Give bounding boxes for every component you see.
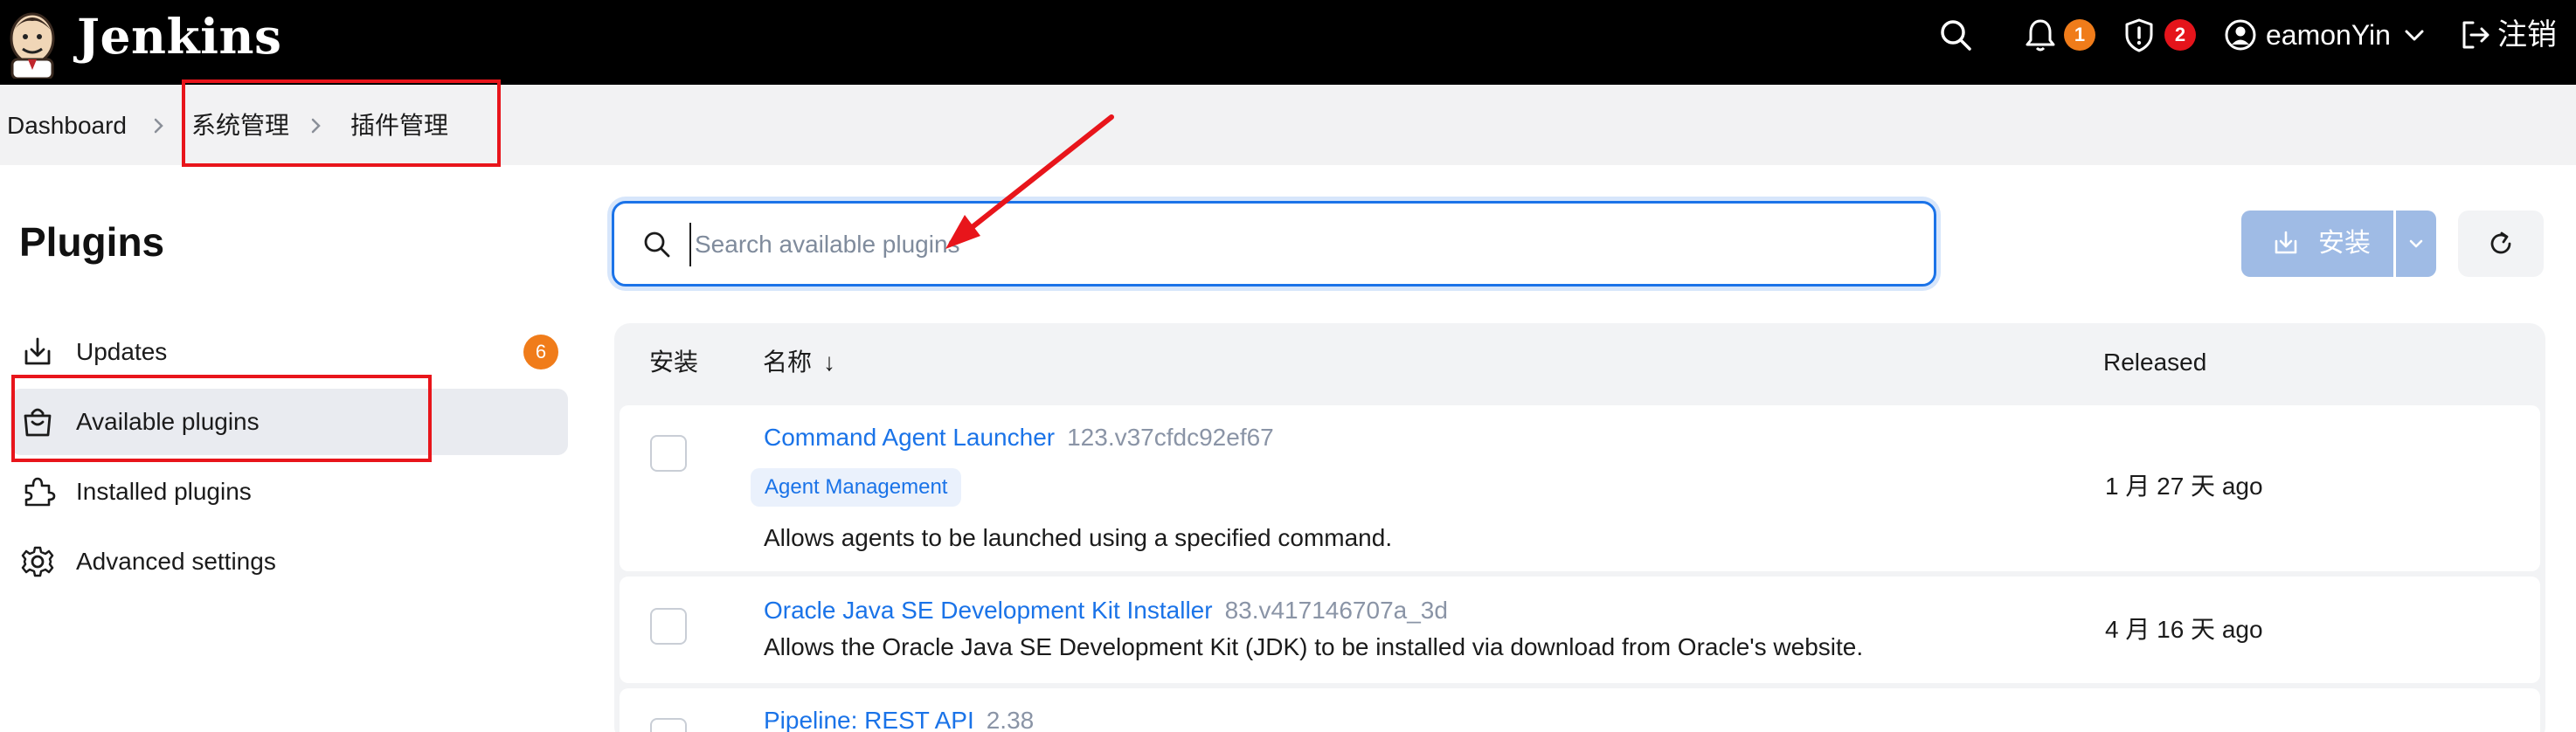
bell-icon[interactable] xyxy=(2021,16,2060,54)
plugin-released-date: 4 月 16 天 ago xyxy=(2105,616,2263,643)
refresh-button[interactable] xyxy=(2458,211,2544,277)
table-row: Oracle Java SE Development Kit Installer… xyxy=(620,577,2540,683)
install-options-dropdown[interactable] xyxy=(2396,211,2436,277)
column-header-released[interactable]: Released xyxy=(2103,346,2206,379)
plugin-released-date: 1 月 27 天 ago xyxy=(2105,473,2263,500)
annotation-box-breadcrumb xyxy=(182,79,501,167)
plugin-version: 83.v417146707a_3d xyxy=(1224,597,1448,624)
breadcrumb-dashboard[interactable]: Dashboard xyxy=(7,109,127,142)
user-avatar-icon[interactable] xyxy=(2221,16,2260,54)
search-input[interactable] xyxy=(689,223,1895,266)
logout-link[interactable]: 注销 xyxy=(2497,16,2557,54)
plugin-name-link[interactable]: Pipeline: REST API 2.38 xyxy=(764,704,1034,732)
plugin-description: Allows the Oracle Java SE Development Ki… xyxy=(764,633,1864,660)
sidebar-item-label: Advanced settings xyxy=(76,548,276,575)
top-header: Jenkins 1 2 eamonYin 注销 xyxy=(0,0,2576,85)
plugin-name[interactable]: Command Agent Launcher xyxy=(764,424,1055,451)
page-title: Plugins xyxy=(19,219,165,265)
logout-icon[interactable] xyxy=(2457,16,2492,54)
annotation-box-available-plugins xyxy=(11,375,432,462)
chevron-down-icon xyxy=(2409,239,2423,248)
plugin-category-tag[interactable]: Agent Management xyxy=(751,468,962,507)
install-button[interactable]: 安装 xyxy=(2241,211,2393,277)
sidebar-item-advanced-settings[interactable]: Advanced settings xyxy=(10,528,568,595)
notification-count-badge[interactable]: 1 xyxy=(2064,19,2095,51)
sidebar-item-installed-plugins[interactable]: Installed plugins xyxy=(10,459,568,525)
search-icon[interactable] xyxy=(1936,16,1975,54)
install-checkbox[interactable] xyxy=(650,435,687,472)
table-row: Pipeline: REST API 2.38 xyxy=(620,688,2540,732)
puzzle-icon xyxy=(24,477,56,507)
download-icon xyxy=(2275,231,2297,254)
sidebar-item-label: Installed plugins xyxy=(76,478,252,505)
security-count-badge[interactable]: 2 xyxy=(2164,19,2196,51)
download-icon xyxy=(24,337,51,365)
table-row: Command Agent Launcher 123.v37cfdc92ef67 … xyxy=(620,405,2540,571)
updates-count-badge: 6 xyxy=(523,335,558,369)
annotation-arrow-icon xyxy=(945,114,1114,249)
column-header-install: 安装 xyxy=(649,349,699,376)
search-icon xyxy=(644,231,670,258)
chevron-down-icon[interactable] xyxy=(2401,16,2427,54)
user-menu-name[interactable]: eamonYin xyxy=(2266,16,2391,54)
plugin-search-box[interactable] xyxy=(612,201,1936,287)
plugin-name[interactable]: Oracle Java SE Development Kit Installer xyxy=(764,597,1213,624)
refresh-icon xyxy=(2490,231,2511,254)
plugin-name-link[interactable]: Command Agent Launcher 123.v37cfdc92ef67 xyxy=(764,421,1274,454)
shield-icon[interactable] xyxy=(2120,16,2158,54)
plugin-version: 123.v37cfdc92ef67 xyxy=(1067,424,1274,451)
column-header-name[interactable]: 名称 xyxy=(763,346,812,379)
sidebar-item-label: Updates xyxy=(76,338,168,365)
plugin-version: 2.38 xyxy=(986,707,1035,732)
plugin-name-link[interactable]: Oracle Java SE Development Kit Installer… xyxy=(764,594,1448,627)
install-checkbox[interactable] xyxy=(650,608,687,645)
brand-title[interactable]: Jenkins xyxy=(77,2,281,72)
sort-arrow-icon[interactable]: ↓ xyxy=(823,346,835,379)
gear-icon xyxy=(21,546,54,577)
install-button-label: 安装 xyxy=(2318,229,2371,258)
install-checkbox[interactable] xyxy=(650,718,687,732)
plugin-description: Allows agents to be launched using a spe… xyxy=(764,524,1393,551)
plugin-name[interactable]: Pipeline: REST API xyxy=(764,707,974,732)
chevron-right-icon xyxy=(154,118,163,134)
jenkins-logo-icon[interactable] xyxy=(5,3,59,79)
